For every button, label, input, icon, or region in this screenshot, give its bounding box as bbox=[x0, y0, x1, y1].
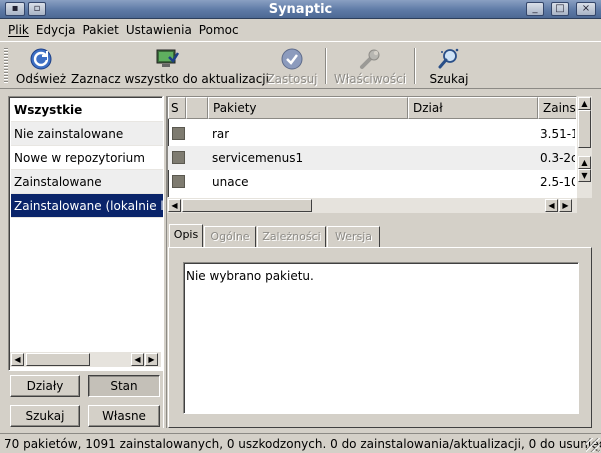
filter-item[interactable]: Nowe w repozytorium bbox=[11, 146, 163, 170]
details-panel: Nie wybrano pakietu. bbox=[168, 247, 592, 428]
status-button[interactable]: Stan bbox=[88, 375, 160, 397]
custom-filter-button[interactable]: Własne bbox=[88, 405, 160, 427]
installed-version: 0.3-2c bbox=[540, 151, 575, 165]
package-list-hscrollbar[interactable]: ◀ ◀ ▶ bbox=[167, 198, 577, 213]
apply-icon bbox=[281, 48, 303, 70]
scroll-up-icon[interactable]: ▲ bbox=[578, 97, 591, 110]
refresh-button[interactable]: Odśwież bbox=[14, 42, 68, 88]
tab-description[interactable]: Opis bbox=[169, 224, 203, 248]
properties-button[interactable]: Właściwości bbox=[333, 42, 407, 88]
description-text: Nie wybrano pakietu. bbox=[186, 269, 314, 283]
close-button[interactable]: × bbox=[576, 2, 596, 16]
scroll-thumb[interactable] bbox=[26, 353, 90, 366]
installed-version: 3.51-1 bbox=[540, 127, 575, 141]
scroll-right-icon[interactable]: ▶ bbox=[145, 353, 158, 366]
toolbar: Odśwież Zaznacz wszystko do aktualizacji… bbox=[0, 41, 601, 89]
scroll-left-icon[interactable]: ◀ bbox=[168, 199, 181, 212]
menu-file[interactable]: Plik bbox=[4, 20, 32, 40]
description-box: Nie wybrano pakietu. bbox=[183, 262, 579, 414]
status-text: 70 pakietów, 1091 zainstalowanych, 0 usz… bbox=[4, 437, 601, 451]
properties-label: Właściwości bbox=[333, 72, 407, 86]
apply-label: Zastosuj bbox=[266, 72, 318, 86]
toolbar-grip[interactable] bbox=[4, 48, 8, 84]
minimize-button[interactable]: _ bbox=[526, 2, 544, 16]
scroll-right-icon[interactable]: ▶ bbox=[559, 199, 572, 212]
package-list-vscrollbar[interactable]: ▲ ▲ ▼ bbox=[577, 96, 592, 198]
filter-hscrollbar[interactable]: ◀ ◀ ▶ bbox=[10, 352, 161, 367]
scroll-left-icon[interactable]: ◀ bbox=[11, 353, 24, 366]
package-name: servicemenus1 bbox=[212, 151, 304, 165]
scroll-thumb[interactable] bbox=[182, 199, 312, 212]
wrench-icon bbox=[360, 49, 380, 69]
table-row[interactable]: unace 2.5-10 bbox=[168, 170, 575, 194]
package-list: S Pakiety Dział Zainst rar 3.51-1 servic… bbox=[167, 96, 577, 198]
scroll-left-icon[interactable]: ◀ bbox=[131, 353, 144, 366]
search-icon bbox=[438, 48, 459, 69]
refresh-label: Odśwież bbox=[15, 72, 67, 86]
scroll-down-icon[interactable]: ▼ bbox=[578, 169, 591, 182]
refresh-icon bbox=[30, 48, 52, 70]
package-status-icon[interactable] bbox=[172, 127, 185, 140]
window-title: Synaptic bbox=[268, 2, 333, 17]
package-name: unace bbox=[212, 175, 249, 189]
toolbar-separator bbox=[414, 48, 416, 84]
column-support-header[interactable] bbox=[186, 97, 208, 119]
menu-help[interactable]: Pomoc bbox=[195, 20, 242, 40]
column-packages-header[interactable]: Pakiety bbox=[208, 97, 408, 119]
menu-package[interactable]: Pakiet bbox=[78, 20, 121, 40]
tab-version[interactable]: Wersja bbox=[327, 226, 380, 248]
maximize-button[interactable]: □ bbox=[551, 2, 569, 16]
scroll-up-icon[interactable]: ▲ bbox=[578, 156, 591, 169]
mark-all-label: Zaznacz wszystko do aktualizacji bbox=[71, 72, 269, 86]
title-bar: ▪ ▫ Synaptic _ □ × bbox=[0, 0, 601, 19]
tab-general[interactable]: Ogólne bbox=[204, 226, 256, 248]
package-status-icon[interactable] bbox=[172, 175, 185, 188]
resize-grip-icon[interactable] bbox=[586, 438, 600, 452]
custom-search-button[interactable]: Szukaj bbox=[10, 405, 80, 427]
apply-button[interactable]: Zastosuj bbox=[264, 42, 320, 88]
search-button[interactable]: Szukaj bbox=[424, 42, 474, 88]
toolbar-separator bbox=[325, 48, 327, 84]
scroll-left-icon[interactable]: ◀ bbox=[545, 199, 558, 212]
menu-settings[interactable]: Ustawienia bbox=[122, 20, 195, 40]
mark-upgrades-icon bbox=[156, 49, 179, 67]
menu-edit[interactable]: Edycja bbox=[32, 20, 79, 40]
filter-item-selected[interactable]: Zainstalowane (lokalnie lu bbox=[11, 194, 163, 218]
scroll-thumb[interactable] bbox=[578, 110, 591, 148]
filter-item[interactable]: Nie zainstalowane bbox=[11, 122, 163, 146]
status-bar: 70 pakietów, 1091 zainstalowanych, 0 usz… bbox=[0, 433, 601, 453]
tab-dependencies[interactable]: Zależności bbox=[257, 226, 326, 248]
table-row[interactable]: rar 3.51-1 bbox=[168, 122, 575, 146]
installed-version: 2.5-10 bbox=[540, 175, 575, 189]
table-row[interactable]: servicemenus1 0.3-2c bbox=[168, 146, 575, 170]
filter-item[interactable]: Zainstalowane bbox=[11, 170, 163, 194]
mark-all-upgrades-button[interactable]: Zaznacz wszystko do aktualizacji bbox=[71, 42, 269, 88]
column-section-header[interactable]: Dział bbox=[408, 97, 538, 119]
filter-item[interactable]: Wszystkie bbox=[11, 98, 163, 122]
package-status-icon[interactable] bbox=[172, 151, 185, 164]
package-name: rar bbox=[212, 127, 230, 141]
search-label: Szukaj bbox=[429, 72, 469, 86]
sections-button[interactable]: Działy bbox=[10, 375, 80, 397]
menu-bar: Plik Edycja Pakiet Ustawienia Pomoc bbox=[0, 20, 601, 40]
filter-list: Wszystkie Nie zainstalowane Nowe w repoz… bbox=[8, 96, 163, 371]
column-installed-header[interactable]: Zainst bbox=[538, 97, 576, 119]
column-status-header[interactable]: S bbox=[168, 97, 186, 119]
